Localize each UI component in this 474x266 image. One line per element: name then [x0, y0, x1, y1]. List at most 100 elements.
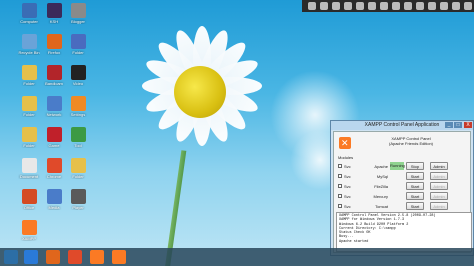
- taskbar: [0, 248, 474, 266]
- toolbar-icon[interactable]: [356, 2, 364, 10]
- desktop-icon[interactable]: Office: [18, 189, 40, 210]
- internet-explorer-icon[interactable]: [24, 250, 38, 264]
- player-icon: [70, 189, 86, 204]
- module-admin-button[interactable]: Admin: [430, 162, 448, 170]
- xampp-titlebar[interactable]: XAMPP Control Panel Application _ □ X: [331, 121, 473, 130]
- toolbar-icon[interactable]: [452, 2, 460, 10]
- module-start-stop-button[interactable]: Start: [406, 182, 424, 190]
- toolbar-icon[interactable]: [464, 2, 472, 10]
- toolbar-icon[interactable]: [332, 2, 340, 10]
- desktop-icon[interactable]: KSH: [43, 3, 65, 24]
- desktop-icon[interactable]: Folder: [18, 65, 40, 86]
- desktop-icon[interactable]: Folder: [18, 96, 40, 117]
- toolbar-icon[interactable]: [428, 2, 436, 10]
- media-icon: [46, 189, 62, 204]
- module-row: Svc Mercury Start Admin: [336, 192, 472, 201]
- module-name: Mercury: [373, 194, 388, 199]
- toolbar-icon[interactable]: [320, 2, 328, 10]
- desktop-icon-label: Game: [48, 143, 60, 148]
- toolbar-icon[interactable]: [380, 2, 388, 10]
- xampp-icon: [21, 220, 37, 235]
- desktop-icon-label: Folder: [23, 143, 35, 148]
- start-button[interactable]: [4, 250, 18, 264]
- computer-icon: [21, 3, 37, 18]
- app-window-icon: [70, 34, 86, 49]
- desktop-icon[interactable]: Blogger: [67, 3, 89, 24]
- module-start-stop-button[interactable]: Start: [406, 192, 424, 200]
- desktop-icon[interactable]: Player: [67, 189, 89, 210]
- toolbar-icon[interactable]: [416, 2, 424, 10]
- desktop-icon[interactable]: Recycle Bin: [18, 34, 40, 55]
- service-checkbox[interactable]: [338, 194, 342, 198]
- toolbar-icon[interactable]: [392, 2, 400, 10]
- network-icon: [46, 96, 62, 111]
- window-title: XAMPP Control Panel Application: [364, 122, 440, 128]
- desktop-icon[interactable]: Network: [43, 96, 65, 117]
- toolbar-icon[interactable]: [308, 2, 316, 10]
- toolbar-icon[interactable]: [440, 2, 448, 10]
- module-status: [390, 202, 404, 210]
- folder-icon: [70, 158, 86, 173]
- desktop-icon-label: Recycle Bin: [18, 50, 40, 55]
- document-icon: [21, 158, 37, 173]
- module-name: FileZilla: [374, 184, 388, 189]
- desktop-icon[interactable]: Firefox: [43, 34, 65, 55]
- modules-label: Modules: [338, 155, 354, 160]
- orange-app-icon: [70, 96, 86, 111]
- service-checkbox[interactable]: [338, 184, 342, 188]
- module-row: Svc Tomcat Start Admin: [336, 202, 472, 211]
- blogger-icon: [70, 3, 86, 18]
- toolbar-icon[interactable]: [368, 2, 376, 10]
- desktop-icon[interactable]: Media: [43, 189, 65, 210]
- firefox-icon[interactable]: [46, 250, 60, 264]
- minimize-button[interactable]: _: [445, 122, 453, 128]
- module-start-stop-button[interactable]: Start: [406, 202, 424, 210]
- module-admin-button[interactable]: Admin: [430, 192, 448, 200]
- module-start-stop-button[interactable]: Stop: [406, 162, 424, 170]
- desktop-icon[interactable]: Computer: [18, 3, 40, 24]
- desktop-icon[interactable]: Game: [43, 127, 65, 148]
- module-admin-button[interactable]: Admin: [430, 172, 448, 180]
- module-admin-button[interactable]: Admin: [430, 202, 448, 210]
- module-start-stop-button[interactable]: Start: [406, 172, 424, 180]
- service-checkbox[interactable]: [338, 174, 342, 178]
- video-app-icon: [70, 65, 86, 80]
- desktop-icon[interactable]: Bandicam: [43, 65, 65, 86]
- folder-icon: [21, 65, 37, 80]
- desktop-icon[interactable]: Document: [18, 158, 40, 179]
- log-line: Apache started: [339, 239, 369, 244]
- desktop-icon-label: Network: [46, 112, 62, 117]
- desktop-icon[interactable]: Video: [67, 65, 89, 86]
- desktop-icon[interactable]: Settings: [67, 96, 89, 117]
- xampp-icon[interactable]: [90, 250, 104, 264]
- desktop-icon[interactable]: XAMPP: [18, 220, 40, 241]
- toolbar-icon[interactable]: [344, 2, 352, 10]
- toolbar-icon[interactable]: [404, 2, 412, 10]
- service-checkbox[interactable]: [338, 164, 342, 168]
- desktop-icon-label: Folder: [72, 174, 84, 179]
- desktop-icon-label: Bandicam: [45, 81, 63, 86]
- desktop-icon-label: Player: [72, 205, 84, 210]
- desktop-icon-label: KSH: [49, 19, 59, 24]
- xampp-window[interactable]: XAMPP Control Panel Application _ □ X XA…: [330, 120, 474, 256]
- module-status: [390, 192, 404, 200]
- desktop-icon[interactable]: Folder: [18, 127, 40, 148]
- status-log[interactable]: XAMPP Control Panel Version 2.5.8 (2009-…: [336, 212, 472, 252]
- module-admin-button[interactable]: Admin: [430, 182, 448, 190]
- xampp-icon[interactable]: [112, 250, 126, 264]
- firefox-icon: [46, 34, 62, 49]
- desktop-icon-label: Folder: [23, 81, 35, 86]
- header-title: XAMPP Control Panel (Apache Friends Edit…: [366, 136, 456, 146]
- desktop-icon[interactable]: Chrome: [43, 158, 65, 179]
- desktop-icon[interactable]: Folder: [67, 158, 89, 179]
- desktop-icon[interactable]: Tool: [67, 127, 89, 148]
- office-icon: [21, 189, 37, 204]
- chrome-icon[interactable]: [68, 250, 82, 264]
- recycle-bin-icon: [21, 34, 37, 49]
- service-checkbox[interactable]: [338, 204, 342, 208]
- service-label: Svc: [344, 174, 351, 179]
- maximize-button[interactable]: □: [454, 122, 462, 128]
- desktop-icon[interactable]: Folder: [67, 34, 89, 55]
- close-button[interactable]: X: [464, 122, 472, 128]
- desktop-icon-label: Document: [19, 174, 39, 179]
